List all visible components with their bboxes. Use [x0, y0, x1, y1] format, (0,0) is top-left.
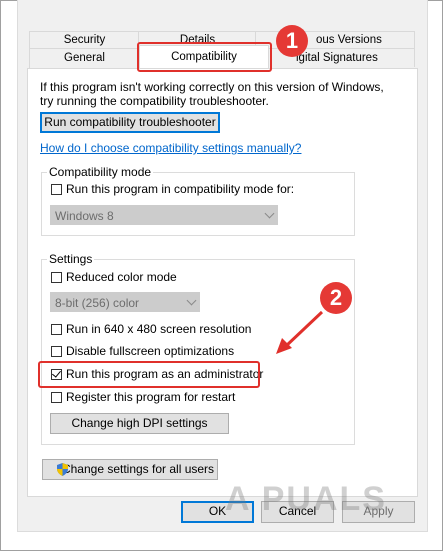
- highlight-run-as-admin: [38, 361, 260, 388]
- reduced-color-label: Reduced color mode: [66, 270, 177, 284]
- res-640-checkbox[interactable]: [51, 324, 62, 335]
- reduced-color-checkbox[interactable]: [51, 272, 62, 283]
- color-depth-select[interactable]: 8-bit (256) color: [50, 292, 200, 312]
- disable-fullscreen-checkbox[interactable]: [51, 346, 62, 357]
- compat-mode-label: Run this program in compatibility mode f…: [66, 182, 295, 196]
- tab-general[interactable]: General: [29, 48, 140, 68]
- change-dpi-button[interactable]: Change high DPI settings: [50, 413, 229, 434]
- compatibility-mode-title: Compatibility mode: [47, 165, 154, 179]
- step-marker-1: 1: [276, 25, 308, 57]
- disable-fullscreen-label: Disable fullscreen optimizations: [66, 344, 235, 358]
- color-depth-value: 8-bit (256) color: [55, 296, 140, 310]
- chevron-down-icon: [264, 208, 275, 219]
- change-all-users-button[interactable]: Change settings for all users: [42, 459, 218, 480]
- change-all-users-label: Change settings for all users: [61, 462, 215, 476]
- chevron-down-icon: [186, 295, 197, 306]
- os-version-select[interactable]: Windows 8: [50, 205, 278, 225]
- manual-settings-link[interactable]: How do I choose compatibility settings m…: [40, 141, 301, 155]
- register-restart-checkbox[interactable]: [51, 392, 62, 403]
- tab-security[interactable]: Security: [29, 31, 140, 49]
- register-restart-label: Register this program for restart: [66, 390, 236, 404]
- os-version-value: Windows 8: [55, 209, 114, 223]
- settings-title: Settings: [47, 252, 95, 266]
- arrow-icon: [276, 310, 324, 354]
- compat-mode-checkbox[interactable]: [51, 184, 62, 195]
- tab-compatibility[interactable]: Compatibility: [139, 45, 269, 68]
- res-640-label: Run in 640 x 480 screen resolution: [66, 322, 252, 336]
- intro-text-line2: try running the compatibility troublesho…: [40, 94, 269, 108]
- intro-text-line1: If this program isn't working correctly …: [40, 80, 384, 94]
- appuals-watermark: A PUALS: [225, 480, 387, 518]
- shield-icon: [57, 463, 68, 476]
- run-troubleshooter-button[interactable]: Run compatibility troubleshooter: [40, 112, 220, 133]
